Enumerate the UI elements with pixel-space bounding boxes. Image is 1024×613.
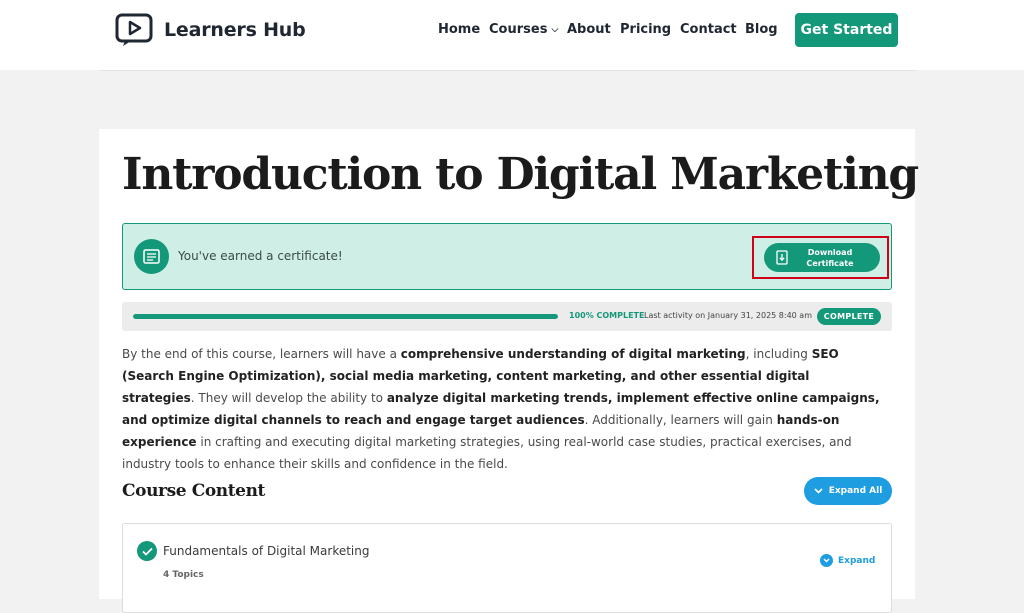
logo[interactable]: Learners Hub — [115, 13, 306, 47]
nav-pricing[interactable]: Pricing — [620, 22, 671, 37]
lesson-title[interactable]: Fundamentals of Digital Marketing — [163, 544, 369, 558]
description-run: , including — [745, 347, 812, 361]
lesson-item[interactable]: Fundamentals of Digital Marketing 4 Topi… — [122, 523, 892, 613]
expand-all-label: Expand All — [828, 486, 883, 496]
description-run: By the end of this course, learners will… — [122, 347, 401, 361]
download-certificate-label: Download Certificate — [806, 248, 854, 268]
logo-text: Learners Hub — [164, 19, 306, 41]
check-circle-icon — [137, 541, 157, 561]
certificate-banner: You've earned a certificate! Download Ce… — [122, 223, 892, 290]
nav-contact[interactable]: Contact — [680, 22, 737, 37]
progress-fill — [133, 314, 558, 319]
nav-home[interactable]: Home — [438, 22, 480, 37]
certificate-message: You've earned a certificate! — [178, 249, 343, 263]
download-icon — [776, 250, 788, 265]
site-header: Learners Hub Home Courses ⌵ About Pricing… — [0, 0, 1024, 70]
description-run: . They will develop the ability to — [190, 391, 387, 405]
page-title: Introduction to Digital Marketing — [122, 149, 919, 200]
certificate-icon — [134, 239, 169, 274]
nav-courses[interactable]: Courses ⌵ — [489, 22, 558, 37]
progress-percent: 100% COMPLETE — [569, 311, 645, 320]
progress-bar-row: 100% COMPLETE Last activity on January 3… — [122, 302, 892, 331]
get-started-button[interactable]: Get Started — [795, 13, 898, 47]
nav-about[interactable]: About — [567, 22, 611, 37]
description-run: comprehensive understanding of digital m… — [400, 347, 746, 361]
course-description: By the end of this course, learners will… — [122, 343, 882, 475]
progress-track — [133, 314, 558, 319]
nav-blog[interactable]: Blog — [745, 22, 778, 37]
description-run: . Additionally, learners will gain — [584, 413, 777, 427]
last-activity: Last activity on January 31, 2025 8:40 a… — [644, 311, 812, 320]
course-content-heading: Course Content — [122, 481, 266, 501]
video-play-icon — [115, 13, 153, 46]
download-certificate-button[interactable]: Download Certificate — [764, 243, 880, 272]
chevron-down-icon: ⌵ — [551, 25, 559, 35]
header-divider — [99, 70, 915, 71]
expand-all-button[interactable]: Expand All — [804, 477, 892, 505]
status-badge: COMPLETE — [817, 308, 881, 325]
description-run: in crafting and executing digital market… — [122, 435, 852, 471]
course-card: Introduction to Digital Marketing You've… — [99, 129, 919, 613]
chevron-down-icon — [820, 554, 833, 567]
lesson-topic-count: 4 Topics — [163, 570, 204, 580]
nav-courses-label: Courses — [489, 22, 548, 37]
lesson-expand-button[interactable]: Expand — [820, 554, 875, 567]
lesson-expand-label: Expand — [838, 555, 876, 566]
chevron-down-icon — [814, 488, 823, 494]
